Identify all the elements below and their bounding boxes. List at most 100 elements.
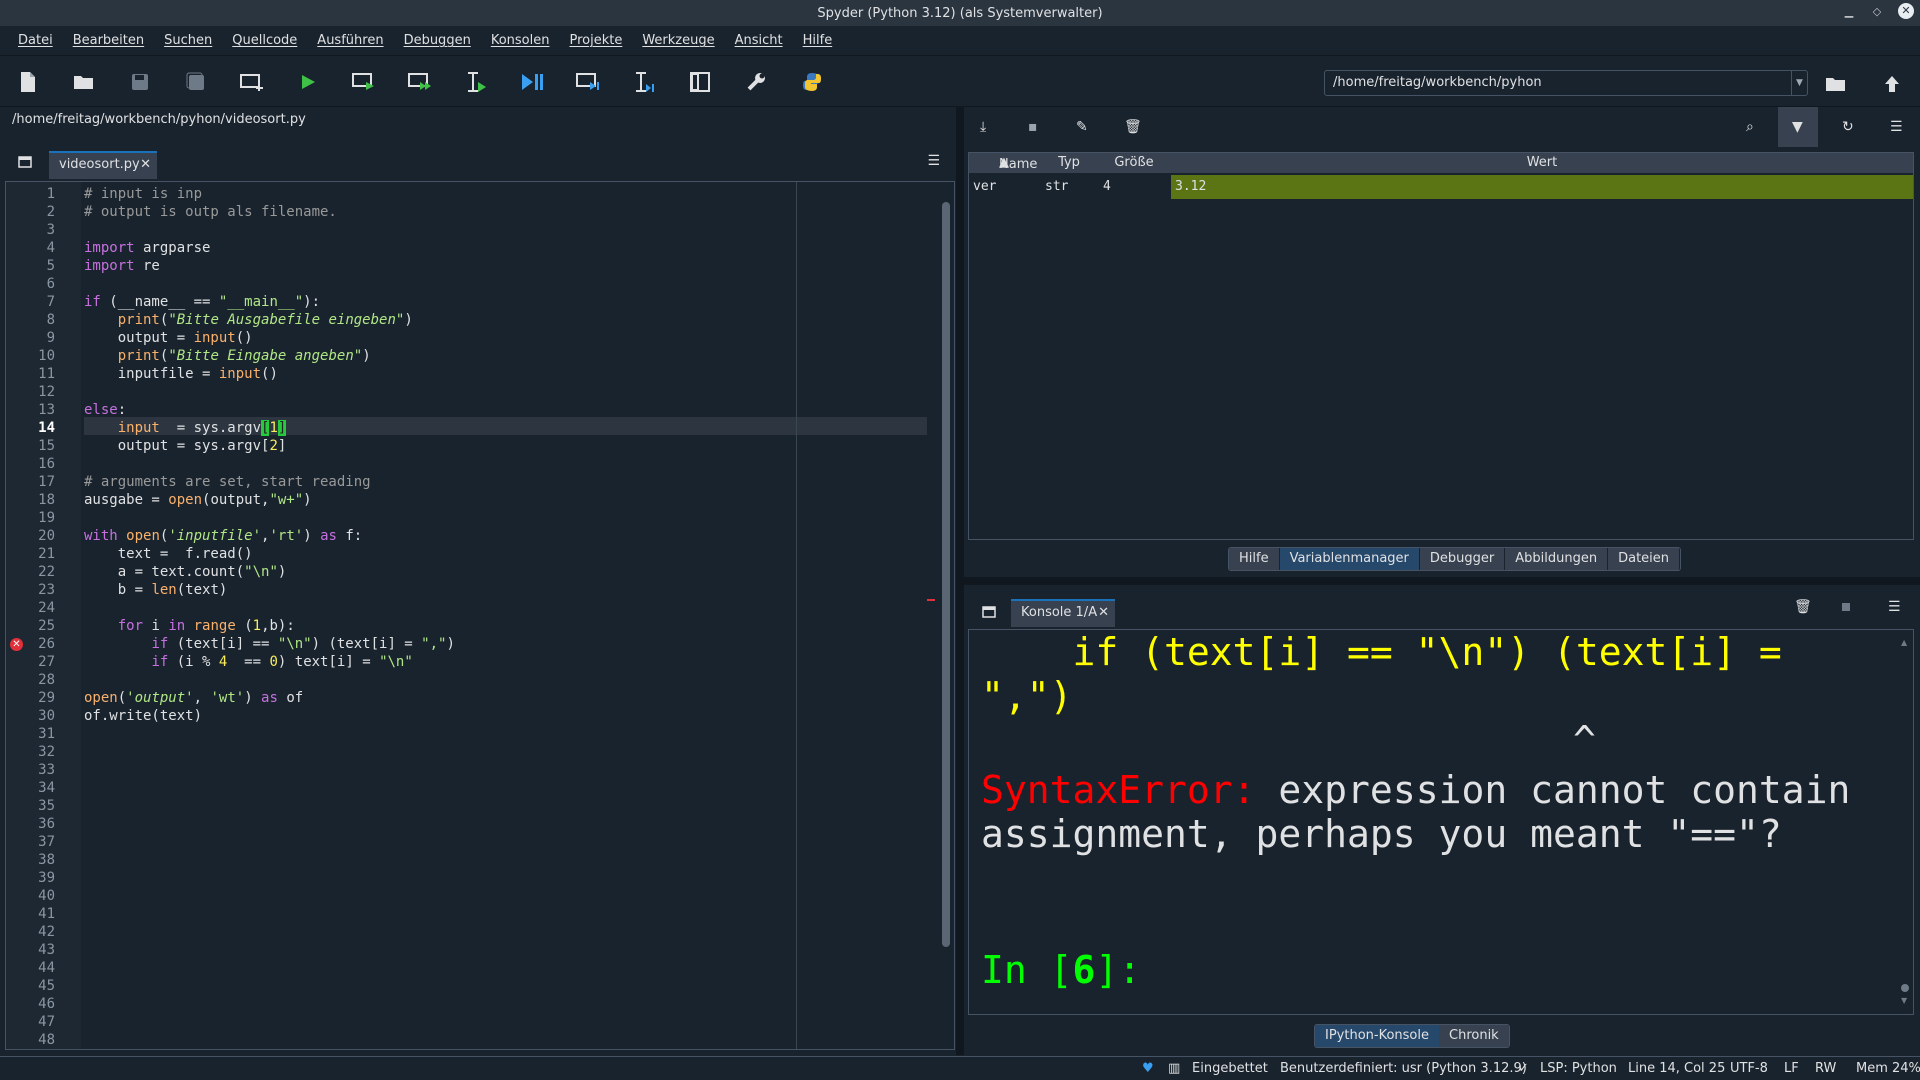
editor-scrollbar[interactable] bbox=[940, 188, 952, 1046]
line-number[interactable]: 21 bbox=[15, 546, 55, 562]
save-icon[interactable] bbox=[126, 68, 154, 96]
line-number[interactable]: 39 bbox=[15, 870, 55, 886]
line-number[interactable]: 5 bbox=[15, 258, 55, 274]
line-number[interactable]: 28 bbox=[15, 672, 55, 688]
line-number[interactable]: 8 bbox=[15, 312, 55, 328]
run-cell-icon[interactable] bbox=[350, 68, 378, 96]
line-number[interactable]: 29 bbox=[15, 690, 55, 706]
close-icon[interactable]: ✕ bbox=[1898, 3, 1914, 19]
error-icon[interactable]: ✕ bbox=[10, 638, 23, 651]
search-icon[interactable]: ⌕ bbox=[1746, 119, 1754, 135]
remove-all-variables-icon[interactable]: 🗑 bbox=[1124, 119, 1142, 135]
options-menu-icon[interactable]: ☰ bbox=[1890, 119, 1903, 135]
save-data-as-icon[interactable]: ✎ bbox=[1076, 119, 1088, 135]
scroll-up-icon[interactable]: ▲ bbox=[1901, 638, 1907, 647]
line-number[interactable]: 43 bbox=[15, 942, 55, 958]
line-number[interactable]: 22 bbox=[15, 564, 55, 580]
line-number[interactable]: 3 bbox=[15, 222, 55, 238]
close-tab-icon[interactable]: ✕ bbox=[1098, 601, 1109, 625]
console-scrollbar[interactable]: ▲ ▼ bbox=[1901, 638, 1909, 1008]
tab-variablenmanager[interactable]: Variablenmanager bbox=[1279, 548, 1420, 570]
line-number[interactable]: 32 bbox=[15, 744, 55, 760]
line-number[interactable]: 45 bbox=[15, 978, 55, 994]
heart-icon[interactable]: ♥ bbox=[1142, 1061, 1154, 1076]
line-number[interactable]: 42 bbox=[15, 924, 55, 940]
tab-debugger[interactable]: Debugger bbox=[1419, 548, 1506, 570]
menu-ansicht[interactable]: Ansicht bbox=[725, 33, 793, 48]
line-number[interactable]: 14 bbox=[15, 420, 55, 436]
tab-ipython-console[interactable]: IPython-Konsole bbox=[1315, 1025, 1439, 1047]
line-number[interactable]: 47 bbox=[15, 1014, 55, 1030]
column-size[interactable]: Größe bbox=[1099, 155, 1169, 170]
line-number[interactable]: 2 bbox=[15, 204, 55, 220]
parent-directory-icon[interactable] bbox=[1878, 70, 1906, 98]
line-number[interactable]: 6 bbox=[15, 276, 55, 292]
maximize-pane-icon[interactable] bbox=[686, 68, 714, 96]
refresh-icon[interactable]: ↻ bbox=[1842, 119, 1854, 135]
line-number[interactable]: 17 bbox=[15, 474, 55, 490]
save-all-icon[interactable] bbox=[182, 68, 210, 96]
debug-cell-icon[interactable] bbox=[574, 68, 602, 96]
menu-projekte[interactable]: Projekte bbox=[559, 33, 632, 48]
line-number[interactable]: 4 bbox=[15, 240, 55, 256]
line-number[interactable]: 36 bbox=[15, 816, 55, 832]
create-cell-icon[interactable] bbox=[238, 68, 266, 96]
line-number[interactable]: 23 bbox=[15, 582, 55, 598]
line-number[interactable]: 19 bbox=[15, 510, 55, 526]
line-number[interactable]: 27 bbox=[15, 654, 55, 670]
python-path-icon[interactable] bbox=[798, 68, 826, 96]
line-number[interactable]: 11 bbox=[15, 366, 55, 382]
run-icon[interactable] bbox=[294, 68, 322, 96]
scroll-down-icon[interactable]: ▼ bbox=[1901, 996, 1907, 1005]
vertical-splitter[interactable] bbox=[956, 107, 964, 1055]
status-embedded[interactable]: Eingebettet bbox=[1192, 1061, 1268, 1076]
line-number[interactable]: 1 bbox=[15, 186, 55, 202]
line-number[interactable]: 15 bbox=[15, 438, 55, 454]
code-area[interactable]: # input is inp # output is outp als file… bbox=[84, 182, 934, 1049]
line-number[interactable]: 44 bbox=[15, 960, 55, 976]
line-number[interactable]: 25 bbox=[15, 618, 55, 634]
line-number[interactable]: 48 bbox=[15, 1032, 55, 1048]
run-cell-advance-icon[interactable] bbox=[406, 68, 434, 96]
close-tab-icon[interactable]: ✕ bbox=[140, 153, 151, 177]
line-number[interactable]: 37 bbox=[15, 834, 55, 850]
line-number[interactable]: 33 bbox=[15, 762, 55, 778]
line-number[interactable]: 34 bbox=[15, 780, 55, 796]
line-number[interactable]: 30 bbox=[15, 708, 55, 724]
chevron-down-icon[interactable]: ▼ bbox=[1791, 71, 1807, 95]
code-editor[interactable]: 1 2 3 4 5 6 7 8 9 10 11 12 13 14 15 16 17 18 19 20 21 22 23 24 2… bbox=[5, 181, 955, 1050]
minimize-icon[interactable]: ▁ bbox=[1842, 5, 1856, 18]
options-menu-icon[interactable]: ☰ bbox=[927, 153, 940, 169]
filter-button[interactable]: ▼ bbox=[1778, 107, 1818, 147]
menu-bearbeiten[interactable]: Bearbeiten bbox=[63, 33, 154, 48]
scrollbar-thumb[interactable] bbox=[942, 202, 950, 947]
browse-tabs-icon[interactable] bbox=[18, 153, 32, 172]
ipython-console[interactable]: if (text[i] == "\n") (text[i] = ",") ^ S… bbox=[968, 629, 1914, 1015]
menu-hilfe[interactable]: Hilfe bbox=[793, 33, 843, 48]
stop-icon[interactable] bbox=[1842, 603, 1850, 611]
tab-videosort[interactable]: videosort.py ✕ bbox=[49, 151, 157, 179]
line-number[interactable]: 9 bbox=[15, 330, 55, 346]
run-selection-icon[interactable] bbox=[462, 68, 490, 96]
tab-dateien[interactable]: Dateien bbox=[1608, 548, 1681, 570]
menu-werkzeuge[interactable]: Werkzeuge bbox=[632, 33, 724, 48]
new-file-icon[interactable] bbox=[14, 68, 42, 96]
save-data-icon[interactable]: ▪ bbox=[1028, 119, 1038, 135]
maximize-icon[interactable]: ◇ bbox=[1870, 5, 1884, 18]
tab-console-1a[interactable]: Konsole 1/A ✕ bbox=[1011, 599, 1115, 627]
menu-quellcode[interactable]: Quellcode bbox=[222, 33, 307, 48]
table-row[interactable]: ver str 4 3.12 bbox=[969, 175, 1913, 199]
debug-run-icon[interactable] bbox=[518, 68, 546, 96]
menu-ausfuehren[interactable]: Ausführen bbox=[307, 33, 393, 48]
working-directory-combo[interactable]: /home/freitag/workbench/pyhon ▼ bbox=[1324, 70, 1808, 96]
line-number[interactable]: 7 bbox=[15, 294, 55, 310]
column-name[interactable]: Name ▲ bbox=[969, 155, 1039, 172]
open-file-icon[interactable] bbox=[70, 68, 98, 96]
menu-suchen[interactable]: Suchen bbox=[154, 33, 222, 48]
line-number[interactable]: 46 bbox=[15, 996, 55, 1012]
menu-debuggen[interactable]: Debuggen bbox=[394, 33, 481, 48]
browse-tabs-icon[interactable] bbox=[982, 603, 996, 622]
menu-datei[interactable]: Datei bbox=[8, 33, 63, 48]
import-data-icon[interactable]: ⤓ bbox=[980, 119, 986, 135]
line-number[interactable]: 13 bbox=[15, 402, 55, 418]
